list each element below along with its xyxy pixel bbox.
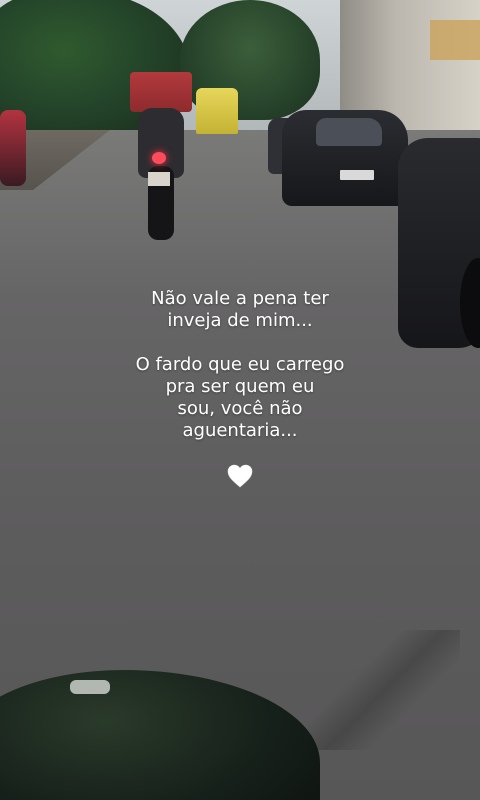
caption-line-2: inveja de mim...	[167, 310, 313, 331]
caption-line-5: sou, você não	[177, 398, 303, 419]
caption-line-3: O fardo que eu carrego	[135, 354, 345, 375]
car-license-plate	[340, 170, 374, 180]
caption-gap	[90, 332, 390, 354]
caption-line-1: Não vale a pena ter	[151, 288, 329, 309]
car-rear-window	[316, 118, 382, 146]
delivery-box	[130, 72, 192, 112]
parked-black-car	[282, 110, 408, 206]
motorcycle-wheel	[460, 258, 480, 348]
white-heart-icon	[227, 464, 253, 488]
rider-license-plate	[148, 172, 170, 186]
delivery-rider	[130, 62, 192, 242]
building-window	[430, 20, 480, 60]
story-caption[interactable]: Não vale a pena ter inveja de mim... O f…	[90, 288, 390, 442]
foreground-highlight	[70, 680, 110, 694]
yellow-van	[196, 88, 238, 134]
motorcycle-left	[0, 110, 26, 186]
tail-light	[152, 152, 166, 164]
caption-line-4: pra ser quem eu	[165, 376, 315, 397]
caption-line-6: aguentaria...	[182, 420, 298, 441]
motorcycle-right	[398, 138, 480, 348]
